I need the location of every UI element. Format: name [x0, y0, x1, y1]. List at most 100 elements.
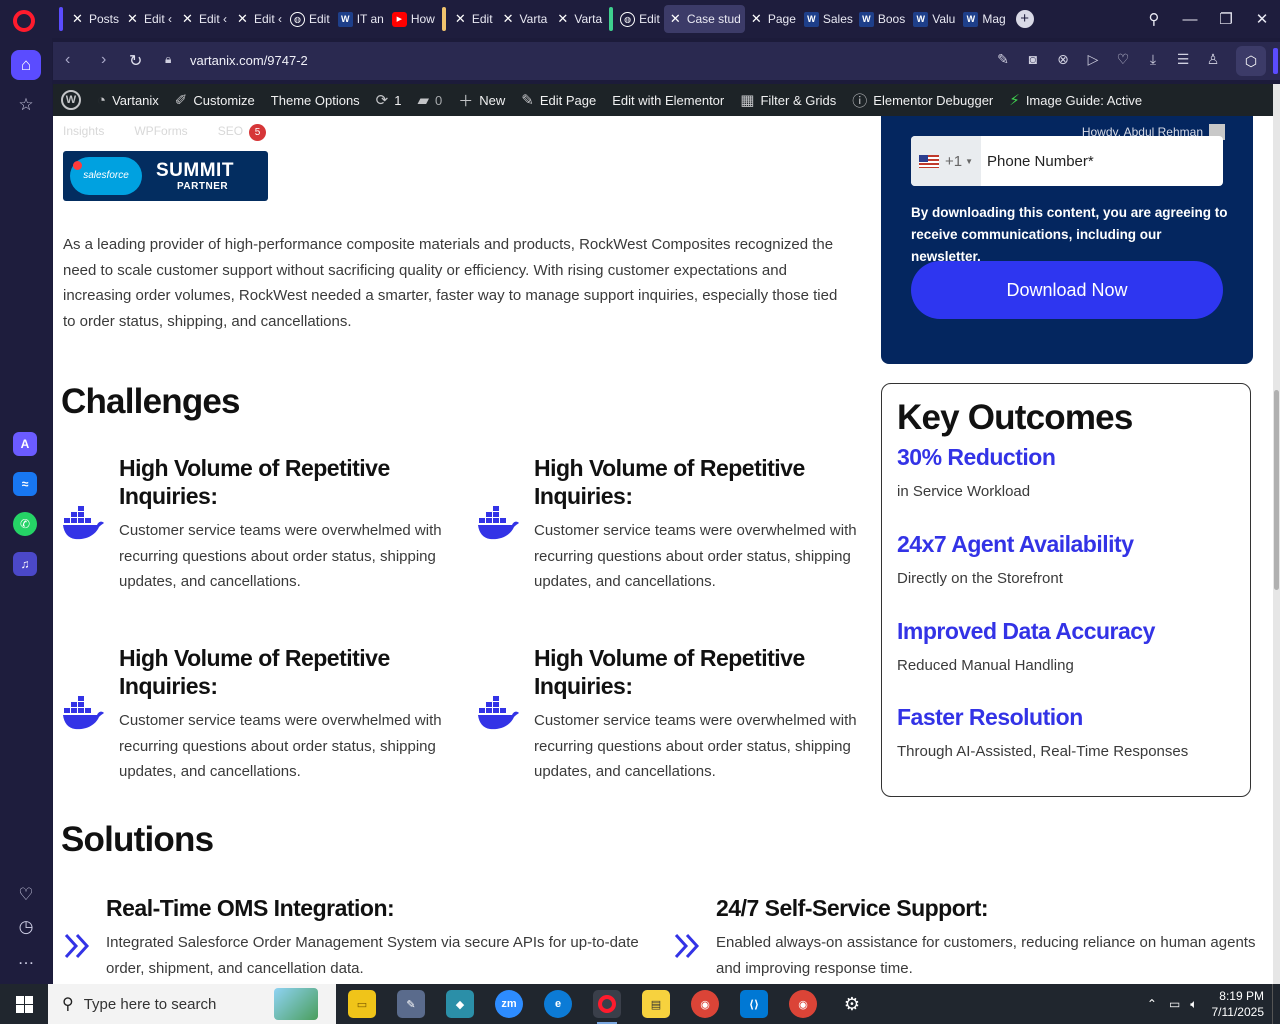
chrome-icon[interactable]: ◉	[691, 990, 719, 1018]
browser-tab[interactable]: ✕ Edit	[449, 5, 497, 33]
insights-link[interactable]: Insights	[63, 124, 104, 141]
edit-page-link[interactable]: ✎ Edit Page	[513, 84, 604, 116]
scrollbar-thumb[interactable]	[1274, 390, 1279, 590]
tab-group-marker[interactable]	[609, 7, 614, 31]
music-player-icon[interactable]: ♫	[13, 552, 37, 576]
windows-start-icon[interactable]	[16, 996, 33, 1013]
easy-setup-icon[interactable]: ☰	[1174, 51, 1192, 68]
browser-tab[interactable]: ◍ Edit	[286, 5, 334, 33]
chevron-up-icon[interactable]: ⌃	[1147, 997, 1157, 1011]
volume-icon[interactable]: 🔈︎	[1190, 997, 1197, 1012]
browser-tab[interactable]: ✕ Posts	[66, 5, 121, 33]
x-icon: ✕	[127, 11, 138, 26]
site-name-menu[interactable]: ◔ Vartanix	[89, 84, 167, 116]
theme-options-link[interactable]: Theme Options	[263, 84, 368, 116]
opera-taskbar-icon[interactable]	[593, 990, 621, 1024]
browser-tab[interactable]: W Mag	[959, 5, 1009, 33]
docker-icon	[478, 696, 519, 730]
x-icon: ✕	[750, 11, 762, 26]
network-icon[interactable]: ▭	[1169, 997, 1180, 1011]
vscode-icon[interactable]: ⟨⟩	[740, 990, 768, 1018]
tab-label: Edit ‹	[199, 12, 228, 26]
aria-icon[interactable]: A	[13, 432, 37, 456]
browser-tab[interactable]: ✕ Varta	[497, 5, 552, 33]
browser-tab[interactable]: ✕ Edit ‹	[121, 5, 176, 33]
star-icon[interactable]: ☆	[11, 90, 41, 120]
edge-icon[interactable]: e	[544, 990, 572, 1018]
browser-tab[interactable]: ◍ Edit	[616, 5, 664, 33]
send-icon[interactable]: ▷	[1084, 51, 1102, 68]
browser-tab[interactable]: ✕ Page	[745, 5, 800, 33]
show-desktop-button[interactable]	[1272, 984, 1280, 1024]
search-tabs-icon[interactable]: ⚲	[1136, 10, 1172, 28]
zoom-icon[interactable]: zm	[495, 990, 523, 1018]
browser-tab[interactable]: W Boos	[855, 5, 909, 33]
new-tab-button[interactable]: +	[1015, 10, 1034, 28]
download-icon[interactable]: ⤓	[1144, 51, 1162, 68]
comments-link[interactable]: ▰ 0	[409, 84, 450, 116]
tab-group-marker[interactable]	[441, 7, 446, 31]
new-content-menu[interactable]: ＋ New	[450, 84, 513, 116]
forward-button[interactable]: ›	[101, 51, 106, 69]
browser-tab[interactable]: W Sales	[800, 5, 855, 33]
taskbar-search[interactable]: ⚲ Type here to search	[48, 984, 336, 1024]
image-guide-link[interactable]: ⚡︎ Image Guide: Active	[1001, 84, 1150, 116]
consent-text: By downloading this content, you are agr…	[911, 205, 1228, 264]
browser-tab[interactable]: ✕ Edit ‹	[176, 5, 231, 33]
camera-icon[interactable]: ◙	[1024, 51, 1042, 68]
app-icon[interactable]: ◆	[446, 990, 474, 1018]
browser-tab[interactable]: W IT an	[334, 5, 388, 33]
browser-tab[interactable]: ✕ Varta	[551, 5, 606, 33]
filter-grids-link[interactable]: ▦ Filter & Grids	[732, 84, 844, 116]
paint-icon[interactable]: ✎	[397, 990, 425, 1018]
elementor-debugger-link[interactable]: ⓘ Elementor Debugger	[844, 84, 1001, 116]
wp-icon: W	[858, 11, 874, 27]
browser-tab[interactable]: W Valu	[909, 5, 959, 33]
country-code-select[interactable]: +1 ▼	[911, 136, 981, 186]
home-icon[interactable]: ⌂	[11, 50, 41, 80]
adblock-icon[interactable]: ⊗	[1054, 51, 1072, 68]
edit-with-elementor-link[interactable]: Edit with Elementor	[604, 84, 732, 116]
more-icon[interactable]: …	[11, 944, 41, 974]
chrome-icon[interactable]: ◉	[789, 990, 817, 1018]
wp-icon: W	[963, 11, 979, 27]
tab-group-marker[interactable]	[59, 7, 63, 31]
whatsapp-icon[interactable]: ✆	[13, 512, 37, 536]
search-placeholder: Type here to search	[83, 995, 217, 1013]
seo-link[interactable]: SEO 5	[218, 124, 267, 141]
outcome-title: Faster Resolution	[897, 704, 1083, 730]
profile-icon[interactable]: ♙	[1204, 51, 1222, 68]
updates-link[interactable]: ⟳ 1	[368, 84, 410, 116]
browser-tab[interactable]: ✕ Edit ‹	[231, 5, 286, 33]
reload-button[interactable]: ↻	[129, 51, 142, 71]
download-button[interactable]: Download Now	[911, 261, 1223, 319]
back-button[interactable]: ‹	[65, 51, 70, 69]
phone-field[interactable]: +1 ▼ Phone Number*	[911, 136, 1223, 186]
extensions-icon[interactable]: ⬡	[1236, 46, 1266, 76]
browser-tab[interactable]: ✕ Case stud	[663, 5, 745, 33]
solution-card: 24/7 Self-Service Support: Enabled alway…	[674, 895, 1266, 982]
challenge-body: Customer service teams were overwhelmed …	[119, 712, 442, 780]
opera-logo-icon[interactable]	[13, 10, 35, 32]
messenger-icon[interactable]: ≈	[13, 472, 37, 496]
wp-logo-menu[interactable]: W	[53, 84, 89, 116]
heart-icon[interactable]: ♡	[1114, 51, 1132, 68]
close-window-button[interactable]: ✕	[1244, 10, 1280, 28]
lock-icon[interactable]: 🔒︎	[165, 52, 171, 67]
taskbar-clock[interactable]: 8:19 PM 7/11/2025	[1212, 988, 1265, 1020]
edit-icon[interactable]: ✎	[994, 51, 1012, 68]
sidebar-toggle[interactable]	[1273, 48, 1278, 74]
url-field[interactable]: vartanix.com/9747-2	[190, 53, 308, 68]
wp-icon: W	[803, 11, 819, 27]
heart-icon[interactable]: ♡	[11, 880, 41, 910]
minimize-button[interactable]: —	[1172, 11, 1208, 28]
file-explorer-icon[interactable]: ▭	[348, 990, 376, 1018]
settings-icon[interactable]: ⚙	[838, 990, 866, 1018]
solutions-heading: Solutions	[61, 820, 214, 859]
history-icon[interactable]: ◷	[11, 912, 41, 942]
sticky-notes-icon[interactable]: ▤	[642, 990, 670, 1018]
maximize-button[interactable]: ❐	[1208, 10, 1244, 28]
wpforms-link[interactable]: WPForms	[134, 124, 187, 141]
customize-link[interactable]: ✐ Customize	[167, 84, 263, 116]
browser-tab[interactable]: ▶ How	[388, 5, 439, 33]
